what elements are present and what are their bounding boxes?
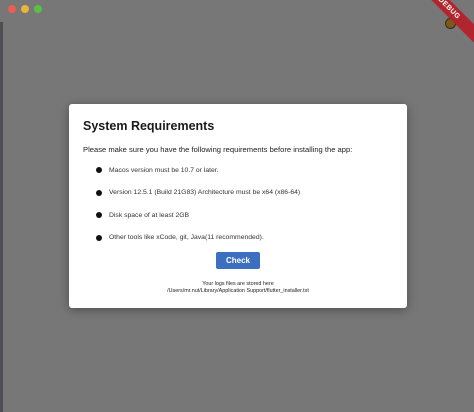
sidebar-edge [0, 22, 3, 412]
bullet-icon [96, 167, 102, 174]
logs-label: Your logs files are stored here [202, 281, 274, 287]
bullet-icon [96, 234, 102, 241]
requirement-item: Other tools like xCode, git, Java(11 rec… [96, 227, 300, 250]
requirement-text: Other tools like xCode, git, Java(11 rec… [109, 234, 264, 242]
app-window: DEBUG System Requirements Please make su… [0, 0, 474, 412]
requirement-item: Macos version must be 10.7 or later. [96, 159, 300, 182]
requirement-item: Disk space of at least 2GB [96, 204, 300, 227]
bullet-icon [96, 189, 102, 196]
logs-path: /Users/mr.nut/Library/Application Suppor… [167, 288, 309, 294]
dialog-title: System Requirements [83, 119, 215, 133]
requirement-text: Version 12.5.1 (Build 21G83) Architectur… [109, 189, 301, 197]
close-window-button[interactable] [8, 5, 16, 13]
requirement-item: Version 12.5.1 (Build 21G83) Architectur… [96, 182, 300, 205]
requirement-text: Macos version must be 10.7 or later. [109, 166, 219, 174]
traffic-lights [8, 5, 42, 13]
zoom-window-button[interactable] [34, 5, 42, 13]
check-button[interactable]: Check [216, 252, 260, 269]
requirement-text: Disk space of at least 2GB [109, 211, 190, 219]
minimize-window-button[interactable] [21, 5, 29, 13]
debug-banner: DEBUG [405, 0, 474, 52]
bullet-icon [96, 212, 102, 219]
requirements-list: Macos version must be 10.7 or later. Ver… [96, 159, 300, 249]
system-requirements-dialog: System Requirements Please make sure you… [69, 104, 407, 308]
intro-text: Please make sure you have the following … [83, 145, 353, 154]
